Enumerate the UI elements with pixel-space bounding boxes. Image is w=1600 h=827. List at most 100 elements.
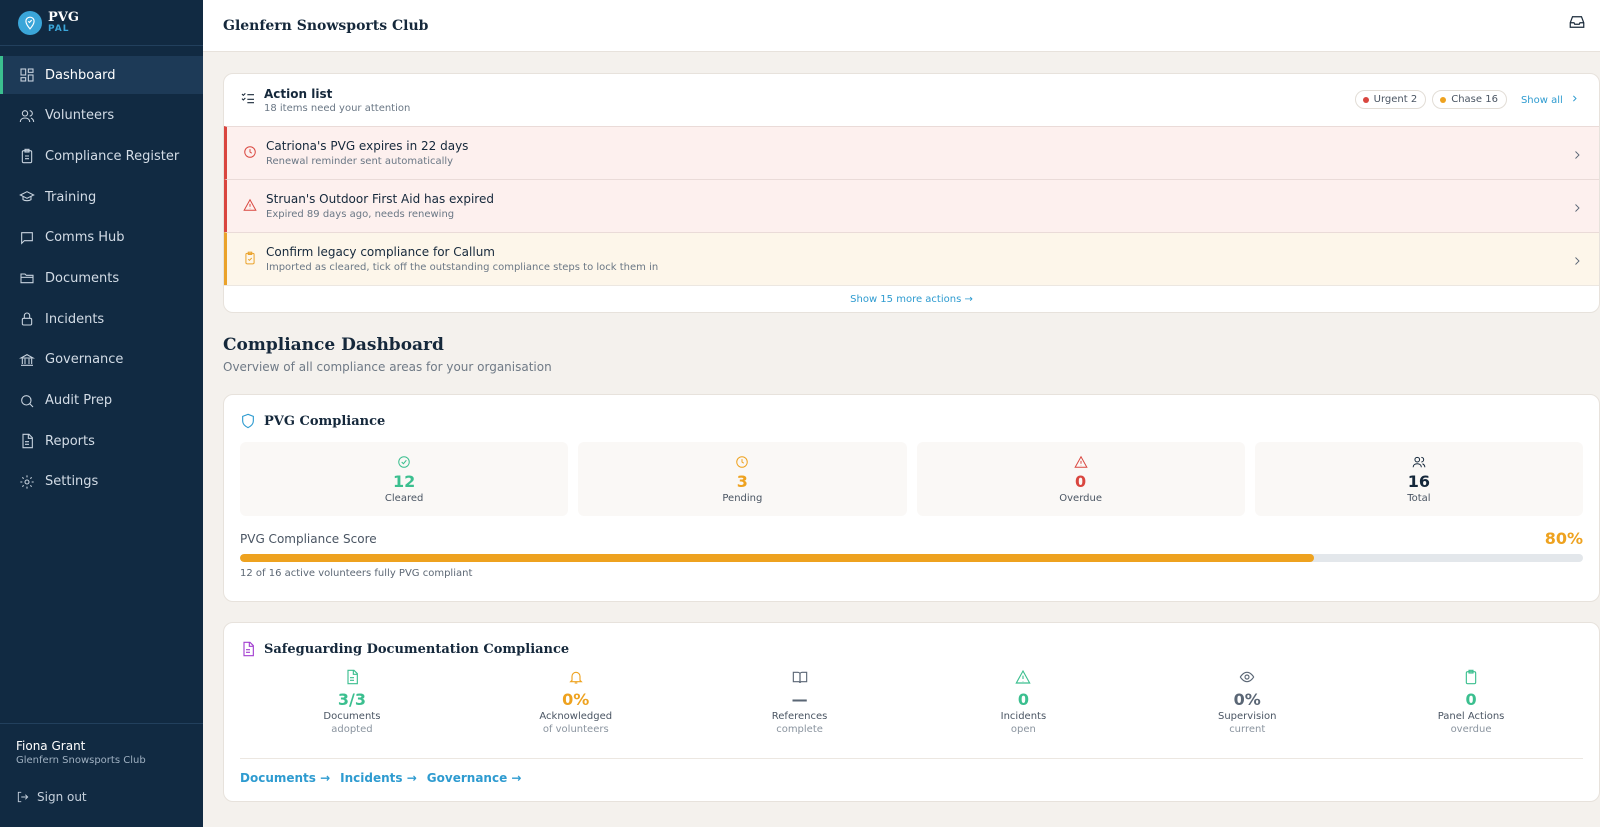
sidebar-item-settings[interactable]: Settings: [0, 463, 203, 501]
users-icon: [19, 109, 35, 122]
metric-sublabel: open: [1010, 724, 1036, 735]
metric-label: Documents: [323, 711, 381, 722]
sidebar-item-label: Governance: [45, 352, 124, 368]
show-all-label: Show all: [1520, 94, 1563, 106]
action-list-title: Action list: [264, 86, 333, 101]
chase-chip-label: Chase 16: [1451, 94, 1498, 105]
sidebar-item-label: Settings: [45, 474, 99, 490]
alert-triangle-icon: [1015, 669, 1032, 684]
stat-pending[interactable]: 3 Pending: [578, 442, 907, 516]
check-circle-icon: [398, 455, 410, 468]
action-row[interactable]: Confirm legacy compliance for Callum Imp…: [224, 232, 1599, 285]
incidents-link[interactable]: Incidents →: [340, 771, 417, 785]
metric-supervision[interactable]: 0% Supervision current: [1135, 669, 1359, 735]
metric-sublabel: complete: [776, 724, 823, 735]
metric-panel-actions[interactable]: 0 Panel Actions overdue: [1359, 669, 1583, 735]
file-text-icon: [22, 433, 33, 449]
clipboard-check-icon: [243, 250, 257, 269]
stat-label: Total: [1407, 492, 1431, 504]
score-progress-bar: [240, 554, 1583, 562]
sidebar-item-label: Volunteers: [45, 108, 115, 124]
sidebar-item-governance[interactable]: Governance: [0, 341, 203, 379]
safeguarding-card: Safeguarding Documentation Compliance 3/…: [223, 622, 1600, 802]
metric-label: Panel Actions: [1437, 711, 1505, 722]
stat-value: 16: [1407, 471, 1430, 491]
sidebar-item-documents[interactable]: Documents: [0, 259, 203, 297]
chevron-right-icon: [1571, 199, 1583, 218]
stat-overdue[interactable]: 0 Overdue: [916, 442, 1245, 516]
action-row-subtitle: Imported as cleared, tick off the outsta…: [266, 262, 659, 273]
gear-icon: [20, 475, 34, 489]
amber-dot-icon: [1440, 96, 1447, 103]
action-list-subtitle: 18 items need your attention: [264, 102, 411, 114]
message-square-icon: [21, 231, 33, 245]
eye-icon: [1239, 671, 1255, 683]
alert-triangle-icon: [243, 197, 257, 216]
inbox-button[interactable]: [1568, 13, 1586, 31]
action-row-subtitle: Renewal reminder sent automatically: [266, 156, 454, 167]
sidebar-item-reports[interactable]: Reports: [0, 422, 203, 460]
action-row[interactable]: Catriona's PVG expires in 22 days Renewa…: [224, 126, 1599, 179]
chase-chip[interactable]: Chase 16: [1432, 90, 1507, 109]
brand-name: PVG: [48, 9, 79, 25]
action-row-subtitle: Expired 89 days ago, needs renewing: [266, 209, 455, 220]
sidebar: PVG PAL Dashboard Volunteers Compliance …: [0, 0, 203, 827]
brand-sub: PAL: [48, 23, 70, 34]
folder-open-icon: [20, 273, 34, 284]
sign-out-label: Sign out: [37, 790, 87, 804]
sidebar-item-label: Training: [45, 189, 97, 205]
action-list-header: Action list 18 items need your attention…: [224, 74, 1599, 126]
documents-link[interactable]: Documents →: [240, 771, 330, 785]
metric-value: —: [791, 690, 808, 709]
show-all-link[interactable]: Show all: [1521, 94, 1579, 106]
sidebar-item-compliance-register[interactable]: Compliance Register: [0, 137, 203, 175]
alert-triangle-icon: [1073, 455, 1088, 468]
sidebar-item-training[interactable]: Training: [0, 178, 203, 216]
clock-icon: [243, 144, 257, 163]
metric-label: Supervision: [1218, 711, 1277, 722]
show-more-actions-link[interactable]: Show 15 more actions →: [224, 285, 1599, 312]
sign-out-button[interactable]: Sign out: [16, 790, 187, 804]
chevron-right-icon: [1571, 252, 1583, 271]
sidebar-item-label: Documents: [45, 270, 120, 286]
governance-link[interactable]: Governance →: [427, 771, 522, 785]
metric-acknowledged[interactable]: 0% Acknowledged of volunteers: [464, 669, 688, 735]
file-text-icon: [243, 641, 254, 657]
metric-value: 0%: [562, 690, 590, 709]
metric-references[interactable]: — References complete: [688, 669, 912, 735]
file-text-icon: [347, 669, 358, 685]
sidebar-item-label: Comms Hub: [45, 230, 125, 246]
sidebar-item-incidents[interactable]: Incidents: [0, 300, 203, 338]
book-open-icon: [792, 671, 807, 684]
metric-label: References: [771, 711, 828, 722]
chevron-right-icon: [1573, 95, 1577, 101]
metric-sublabel: of volunteers: [542, 724, 609, 735]
metric-sublabel: current: [1229, 724, 1266, 735]
stat-total[interactable]: 16 Total: [1254, 442, 1583, 516]
bell-icon: [569, 671, 583, 684]
metric-documents[interactable]: 3/3 Documents adopted: [240, 669, 464, 735]
stat-label: Overdue: [1059, 492, 1102, 504]
sidebar-item-label: Reports: [45, 433, 95, 449]
score-value: 80%: [1544, 529, 1583, 548]
stat-cleared[interactable]: 12 Cleared: [240, 442, 569, 516]
shield-icon: [242, 413, 254, 429]
metric-sublabel: overdue: [1450, 724, 1492, 735]
metric-incidents[interactable]: 0 Incidents open: [911, 669, 1135, 735]
sidebar-item-audit-prep[interactable]: Audit Prep: [0, 382, 203, 420]
action-row[interactable]: Struan's Outdoor First Aid has expired E…: [224, 179, 1599, 232]
sidebar-item-volunteers[interactable]: Volunteers: [0, 97, 203, 135]
user-org: Glenfern Snowsports Club: [16, 755, 146, 766]
brand[interactable]: PVG PAL: [0, 0, 203, 46]
card-title: Safeguarding Documentation Compliance: [264, 641, 570, 657]
metric-sublabel: adopted: [331, 724, 373, 735]
clipboard-icon: [1465, 669, 1477, 685]
stat-value: 3: [736, 471, 748, 491]
sidebar-item-comms-hub[interactable]: Comms Hub: [0, 219, 203, 257]
urgent-chip[interactable]: Urgent 2: [1354, 90, 1427, 109]
sidebar-item-dashboard[interactable]: Dashboard: [0, 56, 203, 94]
list-checks-icon: [240, 90, 256, 110]
pin-shield-icon: [18, 10, 42, 35]
action-list-card: Action list 18 items need your attention…: [223, 73, 1600, 313]
metric-label: Incidents: [1000, 711, 1047, 722]
